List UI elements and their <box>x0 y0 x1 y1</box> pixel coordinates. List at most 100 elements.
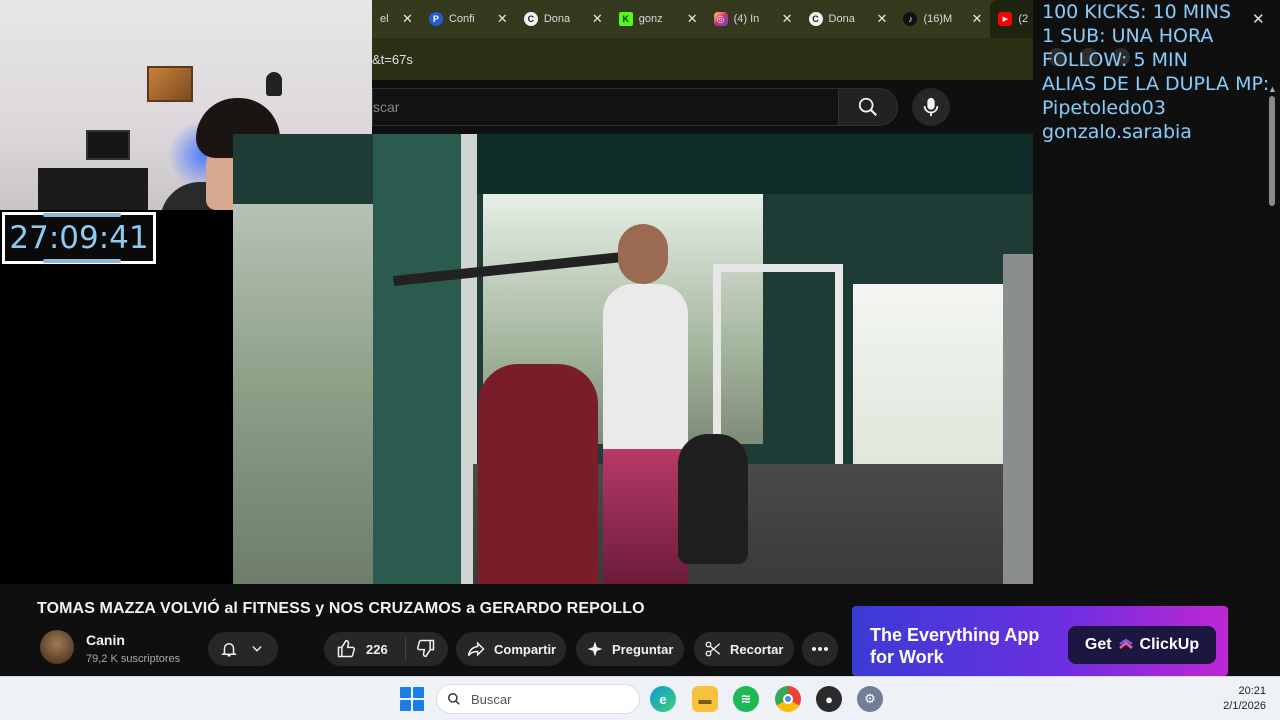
windows-start-icon[interactable] <box>400 687 424 711</box>
file-explorer-icon[interactable]: ▬ <box>692 686 718 712</box>
avatar[interactable] <box>40 630 74 664</box>
close-icon[interactable]: ✕ <box>402 11 413 27</box>
close-icon[interactable]: ✕ <box>687 11 698 27</box>
video-details: TOMAS MAZZA VOLVIÓ al FITNESS y NOS CRUZ… <box>0 584 1280 676</box>
overlay-line: ALIAS DE LA DUPLA MP: <box>1042 73 1270 95</box>
tiktok-icon: ♪ <box>903 12 918 26</box>
browser-tab[interactable]: ♪ (16)M ✕ <box>895 0 990 38</box>
tab-label: (4) In <box>733 13 760 25</box>
close-icon[interactable]: ✕ <box>877 11 888 27</box>
desk <box>38 168 148 210</box>
close-icon[interactable]: ✕ <box>782 11 793 27</box>
ad-brand: ClickUp <box>1139 636 1200 653</box>
kick-icon: K <box>618 12 633 26</box>
dislike-button[interactable] <box>406 638 436 661</box>
person-sitting <box>678 434 748 564</box>
url-text: &t=67s <box>372 51 413 67</box>
close-icon[interactable]: ✕ <box>1252 10 1265 28</box>
browser-tab[interactable]: el ✕ <box>372 0 421 38</box>
sparkle-icon <box>586 640 604 658</box>
settings-icon[interactable]: ⚙ <box>857 686 883 712</box>
notifications-button[interactable] <box>208 632 278 666</box>
close-icon[interactable]: ✕ <box>497 11 508 27</box>
browser-tab[interactable]: C Dona ✕ <box>801 0 896 38</box>
stream-overlay: 100 KICKS: 10 MINS 1 SUB: UNA HORA FOLLO… <box>1042 0 1280 144</box>
like-button[interactable]: 226 <box>324 638 406 660</box>
ad-headline: The Everything App for Work <box>870 624 1039 668</box>
tab-label: Dona <box>828 13 855 25</box>
overlay-line: FOLLOW: 5 MIN <box>1042 49 1188 71</box>
tab-label: gonz <box>638 13 663 25</box>
screen: el ✕ P Confi ✕ C Dona ✕ K gonz ✕ ◎ (4) I… <box>0 0 1280 720</box>
tab-label: (16)M <box>923 13 953 25</box>
channel-name[interactable]: Canin <box>86 632 125 648</box>
browser-tab-bar: el ✕ P Confi ✕ C Dona ✕ K gonz ✕ ◎ (4) I… <box>372 0 1040 38</box>
clock-date: 2/1/2026 <box>1223 700 1266 712</box>
tab-label: Dona <box>543 13 571 25</box>
close-icon[interactable]: ✕ <box>971 11 982 27</box>
donation-icon: C <box>808 12 823 26</box>
search-button[interactable] <box>838 88 898 126</box>
person-white-tank <box>603 284 688 584</box>
overlay-line: Pipetoledo03 <box>1042 97 1166 119</box>
obs-icon[interactable]: ● <box>816 686 842 712</box>
share-button[interactable]: Compartir <box>456 632 566 666</box>
close-icon[interactable]: ✕ <box>592 11 603 27</box>
taskbar-search-placeholder: Buscar <box>471 691 512 707</box>
search-icon <box>448 693 460 705</box>
windows-taskbar: Buscar e ▬ ≋ ● ⚙ 20:21 2/1/2026 <box>0 676 1280 720</box>
person-head <box>618 224 668 284</box>
voice-search-button[interactable] <box>912 88 950 126</box>
subathon-timer: 27:09:41 <box>2 212 156 264</box>
ad-banner[interactable]: The Everything App for Work Get ClickUp <box>852 606 1228 676</box>
donation-icon: C <box>523 12 538 26</box>
tab-label: Confi <box>448 13 475 25</box>
search-placeholder: scar <box>373 99 400 115</box>
clickup-icon <box>1118 638 1133 649</box>
person-red-shirt <box>478 364 598 584</box>
overlay-line: 1 SUB: UNA HORA <box>1042 25 1214 47</box>
microphone-icon <box>923 97 939 117</box>
ad-button-label: Get <box>1084 636 1112 653</box>
scissors-icon <box>704 640 722 658</box>
address-bar[interactable]: &t=67s <box>372 38 1040 80</box>
instagram-icon: ◎ <box>713 12 728 26</box>
thumbs-up-icon <box>336 639 356 659</box>
gym-window <box>853 284 1003 474</box>
share-icon <box>466 639 486 659</box>
youtube-icon: ▶ <box>998 12 1013 26</box>
ad-line-1: The Everything App <box>870 625 1040 645</box>
overlay-line: 100 KICKS: 10 MINS <box>1042 1 1232 23</box>
gym-ceiling <box>473 134 1033 194</box>
search-input[interactable]: scar <box>372 88 838 126</box>
gym-machine <box>713 264 843 464</box>
ask-button[interactable]: Preguntar <box>576 632 684 666</box>
more-horizontal-icon <box>811 646 829 652</box>
ad-line-2: for Work <box>870 647 944 667</box>
wall-painting <box>147 66 193 102</box>
system-clock[interactable]: 20:21 2/1/2026 <box>1206 684 1266 714</box>
subscriber-count: 79,2 K suscriptores <box>86 653 181 665</box>
tab-label: (2 <box>1018 13 1029 25</box>
clip-button[interactable]: Recortar <box>694 632 794 666</box>
tab-label: el <box>380 13 388 25</box>
ad-cta-button[interactable]: Get ClickUp <box>1068 626 1216 664</box>
gym-pillar <box>373 134 463 584</box>
browser-tab[interactable]: ◎ (4) In ✕ <box>706 0 801 38</box>
spotify-icon[interactable]: ≋ <box>733 686 759 712</box>
desk-monitor <box>86 130 130 160</box>
video-title: TOMAS MAZZA VOLVIÓ al FITNESS y NOS CRUZ… <box>37 600 645 617</box>
taskbar-search[interactable]: Buscar <box>436 684 640 714</box>
edge-icon[interactable]: e <box>650 686 676 712</box>
browser-tab[interactable]: C Dona ✕ <box>516 0 611 38</box>
more-actions-button[interactable] <box>802 632 838 666</box>
clock-time: 20:21 <box>1238 685 1266 697</box>
video-player[interactable] <box>233 134 1033 584</box>
share-label: Compartir <box>494 641 557 657</box>
browser-tab[interactable]: K gonz ✕ <box>611 0 706 38</box>
chrome-icon[interactable] <box>775 686 801 712</box>
browser-tab[interactable]: P Confi ✕ <box>421 0 516 38</box>
thumbs-down-icon <box>416 638 436 658</box>
like-count: 226 <box>366 641 388 657</box>
search-icon <box>858 97 878 117</box>
